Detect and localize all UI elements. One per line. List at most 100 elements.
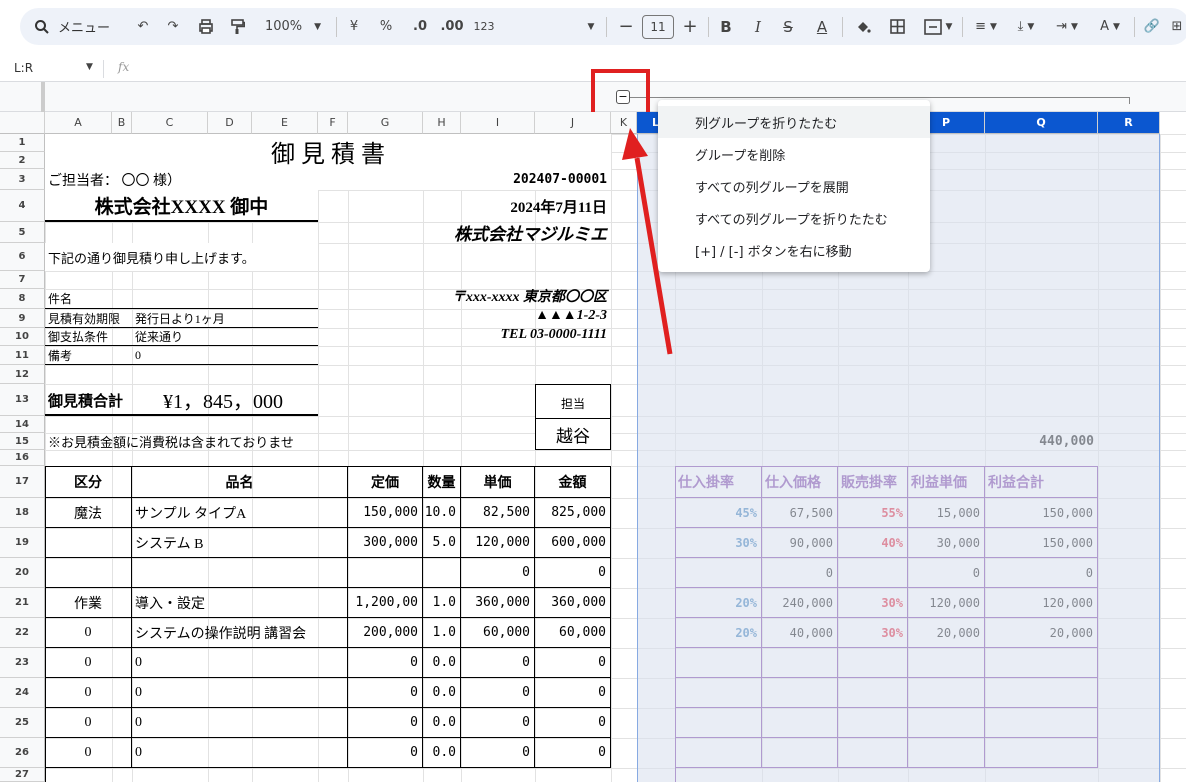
- row-header-13[interactable]: 13: [0, 384, 45, 416]
- row-header-10[interactable]: 10: [0, 328, 45, 346]
- row-header-14[interactable]: 14: [0, 416, 45, 433]
- font-size-box[interactable]: 11: [642, 8, 674, 45]
- fx-icon: fx: [118, 60, 130, 74]
- column-header-H[interactable]: H: [423, 112, 461, 134]
- row-header-4[interactable]: 4: [0, 190, 45, 222]
- row-header-6[interactable]: 6: [0, 243, 45, 271]
- text-color-icon[interactable]: A: [810, 8, 834, 45]
- redo-icon[interactable]: ↷: [162, 8, 184, 45]
- table-cell-2-1: [132, 558, 348, 588]
- increase-font-icon[interactable]: +: [680, 8, 700, 45]
- column-header-C[interactable]: C: [132, 112, 208, 134]
- menu-expand-all-groups[interactable]: すべての列グループを展開: [658, 170, 930, 202]
- decrease-font-icon[interactable]: −: [616, 8, 636, 45]
- row-header-19[interactable]: 19: [0, 528, 45, 558]
- text-rotation-icon[interactable]: A ▼: [1090, 8, 1130, 45]
- strikethrough-icon[interactable]: S: [778, 8, 798, 45]
- table-cell-0-1: サンプル タイプA: [132, 498, 348, 528]
- decrease-decimal[interactable]: .0: [406, 8, 434, 45]
- print-icon[interactable]: [194, 8, 218, 45]
- table-cell-0-4: 82,500: [461, 498, 535, 528]
- row-header-8[interactable]: 8: [0, 289, 45, 309]
- table-cell-0-2: 150,000: [348, 498, 423, 528]
- column-header-K[interactable]: K: [611, 112, 637, 134]
- borders-icon[interactable]: [886, 8, 908, 45]
- zoom-value: 100%: [264, 19, 303, 34]
- row-header-22[interactable]: 22: [0, 618, 45, 648]
- link-icon[interactable]: 🔗: [1140, 8, 1164, 45]
- name-box-chevron-icon[interactable]: ▼: [86, 62, 93, 72]
- table-cell-3-0: 作業: [45, 588, 132, 618]
- column-header-A[interactable]: A: [45, 112, 112, 134]
- table-header-0: 区分: [45, 466, 132, 498]
- select-all-corner[interactable]: [0, 112, 45, 134]
- row-header-21[interactable]: 21: [0, 588, 45, 618]
- menu-collapse-all-groups[interactable]: すべての列グループを折りたたむ: [658, 202, 930, 234]
- column-header-Q[interactable]: Q: [985, 112, 1098, 134]
- menu-remove-group[interactable]: グループを削除: [658, 138, 930, 170]
- table-cell-2-4: 0: [461, 558, 535, 588]
- table-cell-4-3: 1.0: [423, 618, 461, 648]
- currency-format[interactable]: ¥: [344, 8, 364, 45]
- table-cell-1-3: 5.0: [423, 528, 461, 558]
- row-header-5[interactable]: 5: [0, 222, 45, 243]
- comment-icon[interactable]: ⊞: [1168, 8, 1186, 45]
- doc-total-value: ¥1，845，000: [160, 384, 318, 416]
- row-header-16[interactable]: 16: [0, 450, 45, 466]
- row-header-7[interactable]: 7: [0, 271, 45, 289]
- table-cell-2-3: [423, 558, 461, 588]
- menu-collapse-group[interactable]: 列グループを折りたたむ: [658, 106, 930, 138]
- doc-tantou-label: 担当: [560, 396, 585, 411]
- row-header-11[interactable]: 11: [0, 346, 45, 365]
- column-header-G[interactable]: G: [348, 112, 423, 134]
- row-header-27[interactable]: 27: [0, 768, 45, 782]
- row-header-17[interactable]: 17: [0, 466, 45, 498]
- doc-addr3: TEL 03-0000-1111: [500, 326, 607, 342]
- column-header-E[interactable]: E: [252, 112, 318, 134]
- merge-cells-icon[interactable]: ▼: [918, 8, 958, 45]
- row-header-23[interactable]: 23: [0, 648, 45, 678]
- row-header-25[interactable]: 25: [0, 708, 45, 738]
- align-icon[interactable]: ≡ ▼: [968, 8, 1004, 45]
- doc-kenmei: 件名: [45, 289, 132, 309]
- row-header-20[interactable]: 20: [0, 558, 45, 588]
- fill-color-icon[interactable]: [852, 8, 874, 45]
- name-box[interactable]: L:R: [14, 61, 33, 75]
- number-format[interactable]: 123: [472, 8, 496, 45]
- table-cell-2-2: [348, 558, 423, 588]
- text-wrap-icon[interactable]: ⇥ ▼: [1048, 8, 1086, 45]
- table-cell-1-1: システム B: [132, 528, 348, 558]
- row-header-15[interactable]: 15: [0, 433, 45, 450]
- table-cell-8-4: 0: [461, 738, 535, 768]
- row-header-3[interactable]: 3: [0, 169, 45, 190]
- row-header-24[interactable]: 24: [0, 678, 45, 708]
- table-cell-1-5: 600,000: [535, 528, 611, 558]
- column-header-I[interactable]: I: [461, 112, 535, 134]
- table-header-5: 金額: [535, 466, 611, 498]
- column-header-B[interactable]: B: [112, 112, 132, 134]
- doc-company-to: 株式会社XXXX 御中: [45, 190, 318, 222]
- font-chevron-icon[interactable]: ▼: [584, 8, 598, 45]
- column-header-R[interactable]: R: [1098, 112, 1160, 134]
- menu-move-button-right[interactable]: [+] / [-] ボタンを右に移動: [658, 234, 930, 266]
- row-header-9[interactable]: 9: [0, 309, 45, 328]
- column-header-F[interactable]: F: [318, 112, 348, 134]
- row-header-12[interactable]: 12: [0, 365, 45, 384]
- column-header-J[interactable]: J: [535, 112, 611, 134]
- italic-icon[interactable]: I: [748, 8, 768, 45]
- increase-decimal[interactable]: .00: [438, 8, 466, 45]
- row-header-18[interactable]: 18: [0, 498, 45, 528]
- undo-icon[interactable]: ↶: [132, 8, 154, 45]
- border-box: [45, 384, 160, 416]
- column-header-D[interactable]: D: [208, 112, 252, 134]
- valign-icon[interactable]: ⤓ ▼: [1008, 8, 1044, 45]
- percent-format[interactable]: %: [376, 8, 396, 45]
- table-cell-8-3: 0.0: [423, 738, 461, 768]
- paint-format-icon[interactable]: [226, 8, 250, 45]
- row-header-1[interactable]: 1: [0, 134, 45, 152]
- bold-icon[interactable]: B: [716, 8, 736, 45]
- row-header-26[interactable]: 26: [0, 738, 45, 768]
- menu-search[interactable]: メニュー: [24, 8, 124, 45]
- row-header-2[interactable]: 2: [0, 152, 45, 169]
- zoom-select[interactable]: 100% ▼: [260, 8, 326, 45]
